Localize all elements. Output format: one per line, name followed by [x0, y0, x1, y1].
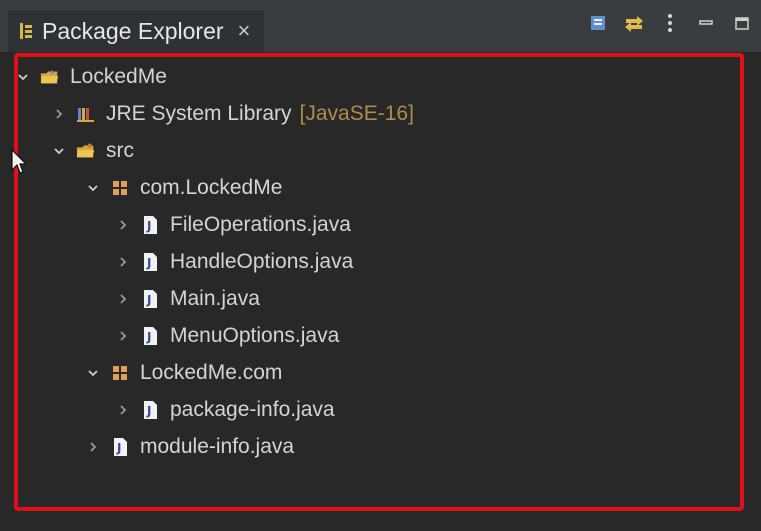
tree-item-label: com.LockedMe	[140, 176, 283, 199]
tree-item-handleoptions-java[interactable]: J HandleOptions.java	[116, 245, 353, 279]
java-file-icon: J	[140, 253, 160, 271]
tree-item-label: MenuOptions.java	[170, 324, 340, 347]
chevron-right-icon[interactable]	[116, 255, 130, 269]
tree-item-label: JRE System Library	[106, 102, 292, 125]
chevron-right-icon[interactable]	[116, 218, 130, 232]
svg-text:J: J	[146, 219, 151, 233]
tree-item-label: FileOperations.java	[170, 213, 351, 236]
library-icon	[76, 105, 96, 123]
tree-item-label: package-info.java	[170, 398, 335, 421]
tree-item-label: Main.java	[170, 287, 260, 310]
tab-package-explorer[interactable]: Package Explorer ×	[8, 10, 265, 52]
package-icon	[110, 179, 130, 197]
svg-text:J: J	[146, 256, 151, 270]
chevron-right-icon[interactable]	[116, 403, 130, 417]
collapse-all-button[interactable]	[587, 12, 609, 34]
svg-text:J: J	[146, 330, 151, 344]
package-explorer-view: Package Explorer × LockedMe JRE System L…	[0, 0, 761, 531]
svg-text:J: J	[146, 404, 151, 418]
chevron-right-icon[interactable]	[116, 329, 130, 343]
package-explorer-icon	[18, 22, 34, 40]
tree-item-menuoptions-java[interactable]: J MenuOptions.java	[116, 319, 339, 353]
view-header: Package Explorer ×	[0, 0, 761, 52]
collapse-all-icon	[591, 16, 605, 30]
java-file-icon: J	[140, 327, 160, 345]
tree-item-lockedme-project[interactable]: LockedMe	[16, 60, 167, 94]
chevron-down-icon[interactable]	[16, 70, 30, 84]
tree-item-main-java[interactable]: J Main.java	[116, 282, 260, 316]
tree-item-package-com-lockedme[interactable]: com.LockedMe	[86, 171, 282, 205]
maximize-icon	[735, 17, 749, 30]
link-with-editor-button[interactable]	[623, 12, 645, 34]
tab-title: Package Explorer	[42, 17, 224, 44]
chevron-right-icon[interactable]	[52, 107, 66, 121]
svg-text:J: J	[116, 441, 121, 455]
tree-item-module-info-java[interactable]: J module-info.java	[86, 430, 294, 464]
kebab-menu-icon	[668, 14, 672, 32]
java-file-icon: J	[110, 438, 130, 456]
minimize-icon	[699, 20, 713, 25]
java-file-icon: J	[140, 290, 160, 308]
tree-item-package-info-java[interactable]: J package-info.java	[116, 393, 335, 427]
tree-item-label: LockedMe.com	[140, 361, 283, 384]
chevron-down-icon[interactable]	[86, 181, 100, 195]
view-toolbar	[587, 12, 753, 34]
java-project-icon	[40, 68, 60, 86]
chevron-right-icon[interactable]	[116, 292, 130, 306]
tree-item-package-lockedme-com[interactable]: LockedMe.com	[86, 356, 282, 390]
chevron-down-icon[interactable]	[52, 144, 66, 158]
link-with-editor-icon	[625, 16, 643, 32]
view-menu-button[interactable]	[659, 12, 681, 34]
chevron-right-icon[interactable]	[86, 440, 100, 454]
tree-item-decoration: [JavaSE-16]	[299, 102, 414, 125]
package-icon	[110, 364, 130, 382]
mouse-cursor-icon	[11, 148, 26, 174]
tree-item-jre-system-library[interactable]: JRE System Library [JavaSE-16]	[52, 97, 414, 131]
chevron-down-icon[interactable]	[86, 366, 100, 380]
source-folder-icon	[76, 142, 96, 160]
svg-text:J: J	[146, 293, 151, 307]
close-icon[interactable]: ×	[238, 18, 251, 44]
maximize-button[interactable]	[731, 12, 753, 34]
java-file-icon: J	[140, 216, 160, 234]
tree-item-label: src	[106, 139, 134, 162]
tree-item-label: HandleOptions.java	[170, 250, 354, 273]
tree-item-src-folder[interactable]: src	[52, 134, 134, 168]
tree-item-label: module-info.java	[140, 435, 295, 458]
tree-item-label: LockedMe	[70, 65, 167, 88]
java-file-icon: J	[140, 401, 160, 419]
tree-item-fileoperations-java[interactable]: J FileOperations.java	[116, 208, 351, 242]
minimize-button[interactable]	[695, 12, 717, 34]
